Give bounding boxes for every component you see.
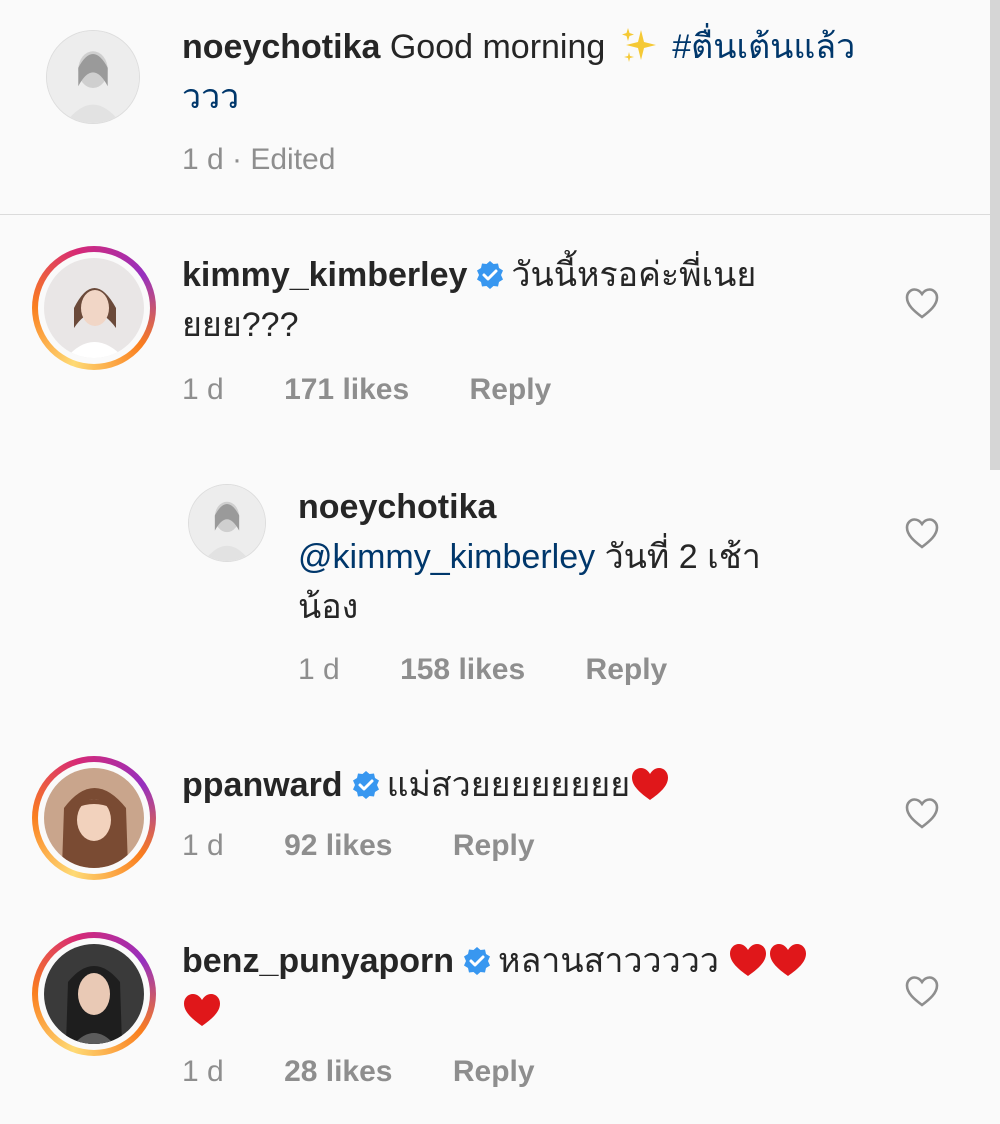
caption-hashtag-cont[interactable]: ววว xyxy=(182,78,239,116)
comment-text: kimmy_kimberley วันนี้หรอค่ะพี่เนย ยยย??… xyxy=(182,250,882,350)
like-count[interactable]: 28 likes xyxy=(284,1055,392,1088)
comment-meta: 1 d 92 likes Reply xyxy=(182,826,535,866)
reply-button[interactable]: Reply xyxy=(586,653,668,686)
reply-meta: 1 d 158 likes Reply xyxy=(298,650,667,690)
reply-body-cont: น้อง xyxy=(298,588,359,626)
caption-hashtag[interactable]: #ตื่นเต้นแล้ว xyxy=(672,28,855,66)
avatar[interactable] xyxy=(46,30,140,124)
reply-text: noeychotika @kimmy_kimberley วันที่ 2 เช… xyxy=(298,482,878,632)
comment-username[interactable]: ppanward xyxy=(182,766,343,804)
like-count[interactable]: 171 likes xyxy=(284,373,409,406)
avatar-story-ring[interactable] xyxy=(32,756,156,880)
caption-meta: 1 d · Edited xyxy=(182,143,336,176)
red-heart-emoji-icon xyxy=(632,768,669,800)
avatar-story-ring[interactable] xyxy=(32,246,156,370)
comment-text: benz_punyaporn หลานสาววววว xyxy=(182,936,882,1036)
avatar-photo xyxy=(44,768,144,868)
avatar-photo xyxy=(44,944,144,1044)
caption-text: noeychotika Good morning #ตื่นเต้นแล้ว ว… xyxy=(182,22,942,122)
post-caption: noeychotika Good morning #ตื่นเต้นแล้ว ว… xyxy=(0,0,990,215)
caption-username[interactable]: noeychotika xyxy=(182,28,380,66)
comment-text: ppanward แม่สวยยยยยยยย xyxy=(182,760,882,810)
comment-meta: 1 d 171 likes Reply xyxy=(182,370,551,410)
heart-outline-icon[interactable] xyxy=(904,974,940,1008)
reply-time: 1 d xyxy=(298,653,340,686)
comment-body: แม่สวยยยยยยยย xyxy=(386,766,631,804)
comment-username[interactable]: kimmy_kimberley xyxy=(182,256,467,294)
avatar-photo xyxy=(44,258,144,358)
like-count[interactable]: 158 likes xyxy=(400,653,525,686)
avatar-photo xyxy=(47,31,139,123)
heart-outline-icon[interactable] xyxy=(904,796,940,830)
verified-badge-icon xyxy=(352,771,379,799)
comment-meta: 1 d 28 likes Reply xyxy=(182,1052,535,1092)
comment-time: 1 d xyxy=(182,829,224,862)
reply-body: วันที่ 2 เช้า xyxy=(604,538,761,576)
avatar-photo xyxy=(189,485,265,561)
comment-body: วันนี้หรอค่ะพี่เนย xyxy=(511,256,757,294)
like-count[interactable]: 92 likes xyxy=(284,829,392,862)
reply-mention[interactable]: @kimmy_kimberley xyxy=(298,538,595,576)
verified-badge-icon xyxy=(464,947,491,975)
reply-button[interactable]: Reply xyxy=(453,829,535,862)
red-heart-emoji-icon xyxy=(184,994,220,1026)
comment-username[interactable]: benz_punyaporn xyxy=(182,942,454,980)
verified-badge-icon xyxy=(477,261,504,289)
sparkles-emoji-icon xyxy=(621,28,656,62)
avatar-story-ring[interactable] xyxy=(32,932,156,1056)
avatar[interactable] xyxy=(188,484,266,562)
comment-time: 1 d xyxy=(182,373,224,406)
caption-body: Good morning xyxy=(389,28,606,66)
scrollbar[interactable] xyxy=(990,0,1000,470)
comment-time: 1 d xyxy=(182,1055,224,1088)
reply-username[interactable]: noeychotika xyxy=(298,488,496,526)
red-heart-emoji-icon xyxy=(730,944,767,976)
comment-body: หลานสาววววว xyxy=(498,942,719,980)
heart-outline-icon[interactable] xyxy=(904,516,940,550)
red-heart-emoji-icon xyxy=(770,944,807,976)
reply-button[interactable]: Reply xyxy=(453,1055,535,1088)
heart-outline-icon[interactable] xyxy=(904,286,940,320)
reply-button[interactable]: Reply xyxy=(470,373,552,406)
comment-body-cont: ยยย??? xyxy=(182,306,299,344)
